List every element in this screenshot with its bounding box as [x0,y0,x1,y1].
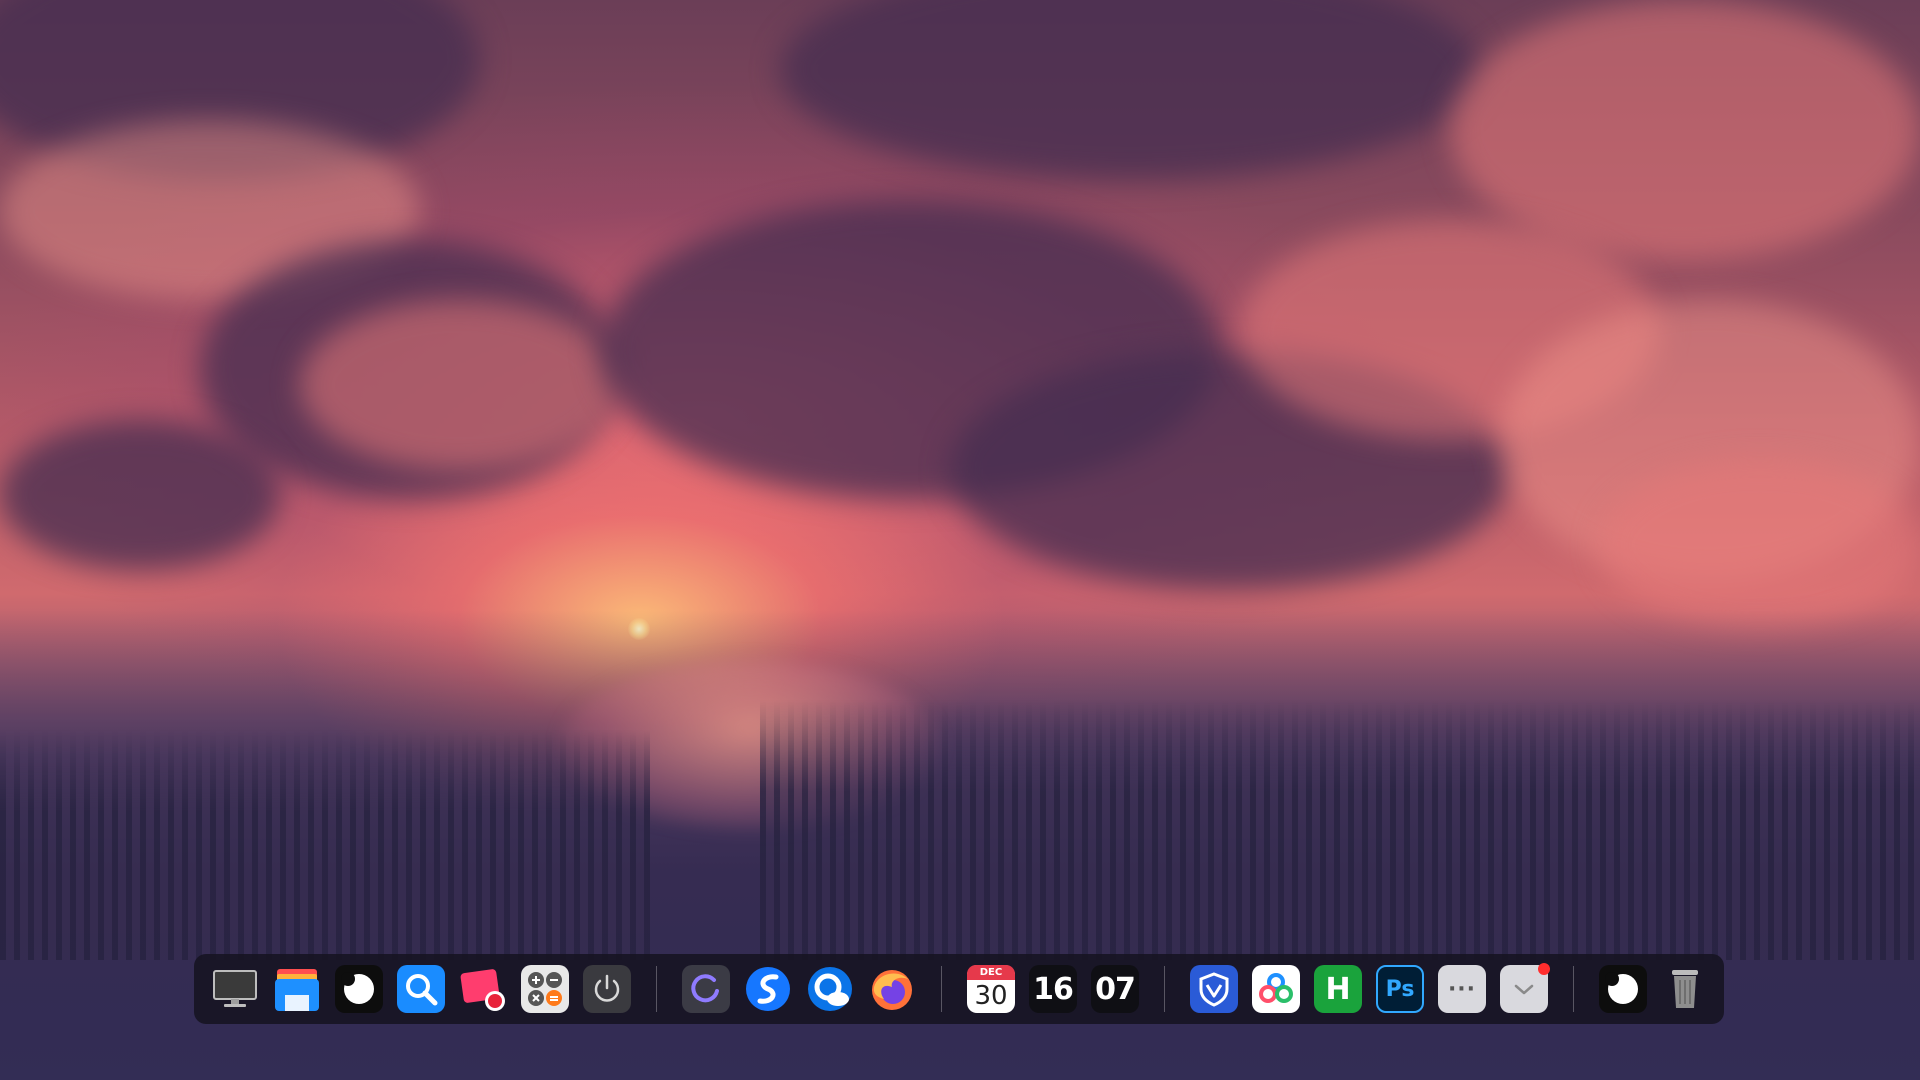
clock-minutes[interactable]: 07 [1091,965,1139,1013]
desktop[interactable]: DEC 30 16 07 H Ps ··· [0,0,1920,1080]
file-manager-icon[interactable] [273,965,321,1013]
dock-separator [1164,966,1165,1012]
cloud [1450,0,1920,260]
firefox-icon[interactable] [868,965,916,1013]
more-icon[interactable]: ··· [1438,965,1486,1013]
messaging-icon[interactable] [744,965,792,1013]
more-dots: ··· [1447,976,1477,1002]
loading-ring-icon[interactable] [682,965,730,1013]
monitor-icon[interactable] [211,965,259,1013]
screenshot-icon[interactable] [459,965,507,1013]
calendar-day: 30 [974,981,1008,1011]
photoshop-icon[interactable]: Ps [1376,965,1424,1013]
dock-separator [1573,966,1574,1012]
cloud-drive-icon[interactable] [1252,965,1300,1013]
tree-line [0,730,650,960]
calculator-icon[interactable] [521,965,569,1013]
calendar-icon[interactable]: DEC 30 [967,965,1015,1013]
photoshop-letter: Ps [1385,976,1415,1002]
dock: DEC 30 16 07 H Ps ··· [194,954,1724,1024]
circle-app-icon[interactable] [335,965,383,1013]
cloud [0,420,280,570]
cloud [780,0,1480,180]
cloud [300,300,620,470]
h-app-letter: H [1325,971,1351,1007]
search-icon[interactable] [397,965,445,1013]
inbox-icon[interactable] [1500,963,1550,1013]
notification-badge [1538,963,1550,975]
h-app-icon[interactable]: H [1314,965,1362,1013]
security-shield-icon[interactable] [1190,965,1238,1013]
clock-hours[interactable]: 16 [1029,965,1077,1013]
trash-icon[interactable] [1661,965,1709,1013]
tree-line [760,700,1920,960]
weather-icon[interactable] [806,965,854,1013]
calendar-month: DEC [967,965,1015,980]
dock-separator [941,966,942,1012]
dock-separator [656,966,657,1012]
cloud [1600,460,1920,630]
circle-app-icon[interactable] [1599,965,1647,1013]
power-icon[interactable] [583,965,631,1013]
